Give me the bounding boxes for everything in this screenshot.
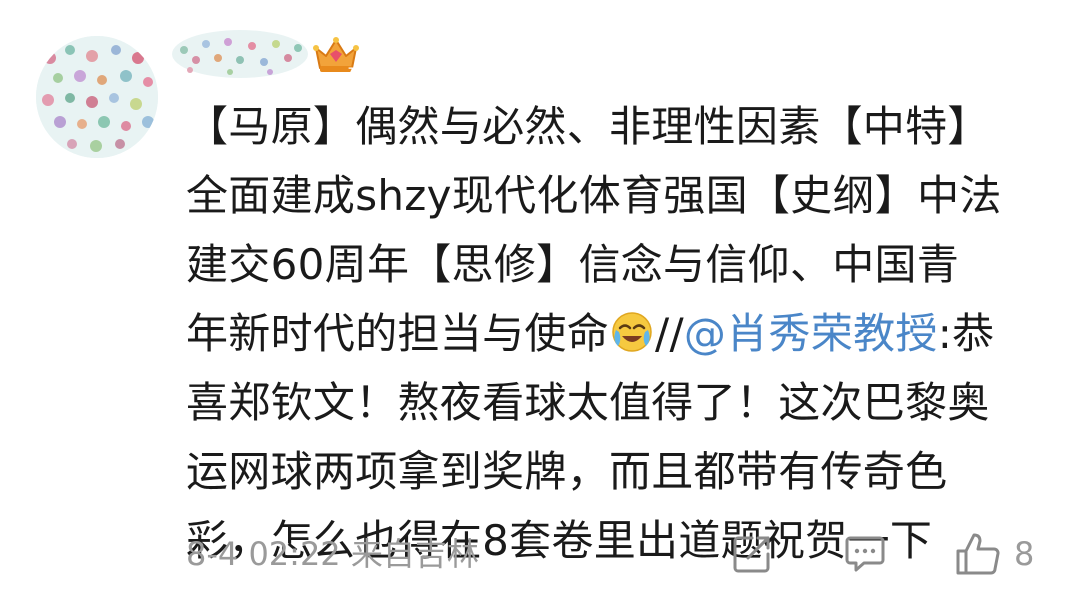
comment-button[interactable] [842, 528, 892, 580]
comment-icon [845, 536, 885, 572]
comment-line-4: 年新时代的担当与使命 //@肖秀荣教授:恭 [186, 299, 1066, 368]
avatar[interactable] [36, 36, 158, 158]
username-blurred[interactable] [170, 20, 310, 82]
comment-line-4-text: 年新时代的担当与使命 [186, 309, 610, 358]
comment-line-3: 建交60周年【思修】信念与信仰、中国青 [186, 240, 960, 289]
comment-line-6: 运网球两项拿到奖牌，而且都带有传奇色 [186, 447, 948, 496]
comment-line-1: 【马原】偶然与必然、非理性因素【中特】 [186, 102, 990, 151]
share-button[interactable] [730, 528, 780, 580]
like-count: 8 [1014, 535, 1035, 573]
thumbs-up-icon [956, 533, 1000, 575]
svg-text:7: 7 [348, 67, 354, 76]
blurred-username-image [172, 30, 308, 78]
share-edit-icon [733, 536, 770, 573]
comment-line-4-tail: :恭 [937, 309, 995, 358]
crying-laughing-emoji-icon [610, 305, 654, 352]
comment-text: 【马原】偶然与必然、非理性因素【中特】 全面建成shzy现代化体育强国【史纲】中… [186, 92, 1066, 575]
like-button[interactable]: 8 [954, 528, 1034, 580]
mention-link[interactable]: @肖秀荣教授 [684, 309, 938, 358]
comment-line-2: 全面建成shzy现代化体育强国【史纲】中法 [186, 171, 1002, 220]
comment-line-4-slash: // [655, 309, 684, 358]
crown-badge-icon[interactable]: 7 [312, 34, 360, 77]
comment-line-5: 喜郑钦文！熬夜看球太值得了！这次巴黎奥 [186, 378, 990, 427]
post-meta: 8-4 02:22 来自吉林 [186, 535, 479, 573]
avatar-image [36, 36, 158, 158]
